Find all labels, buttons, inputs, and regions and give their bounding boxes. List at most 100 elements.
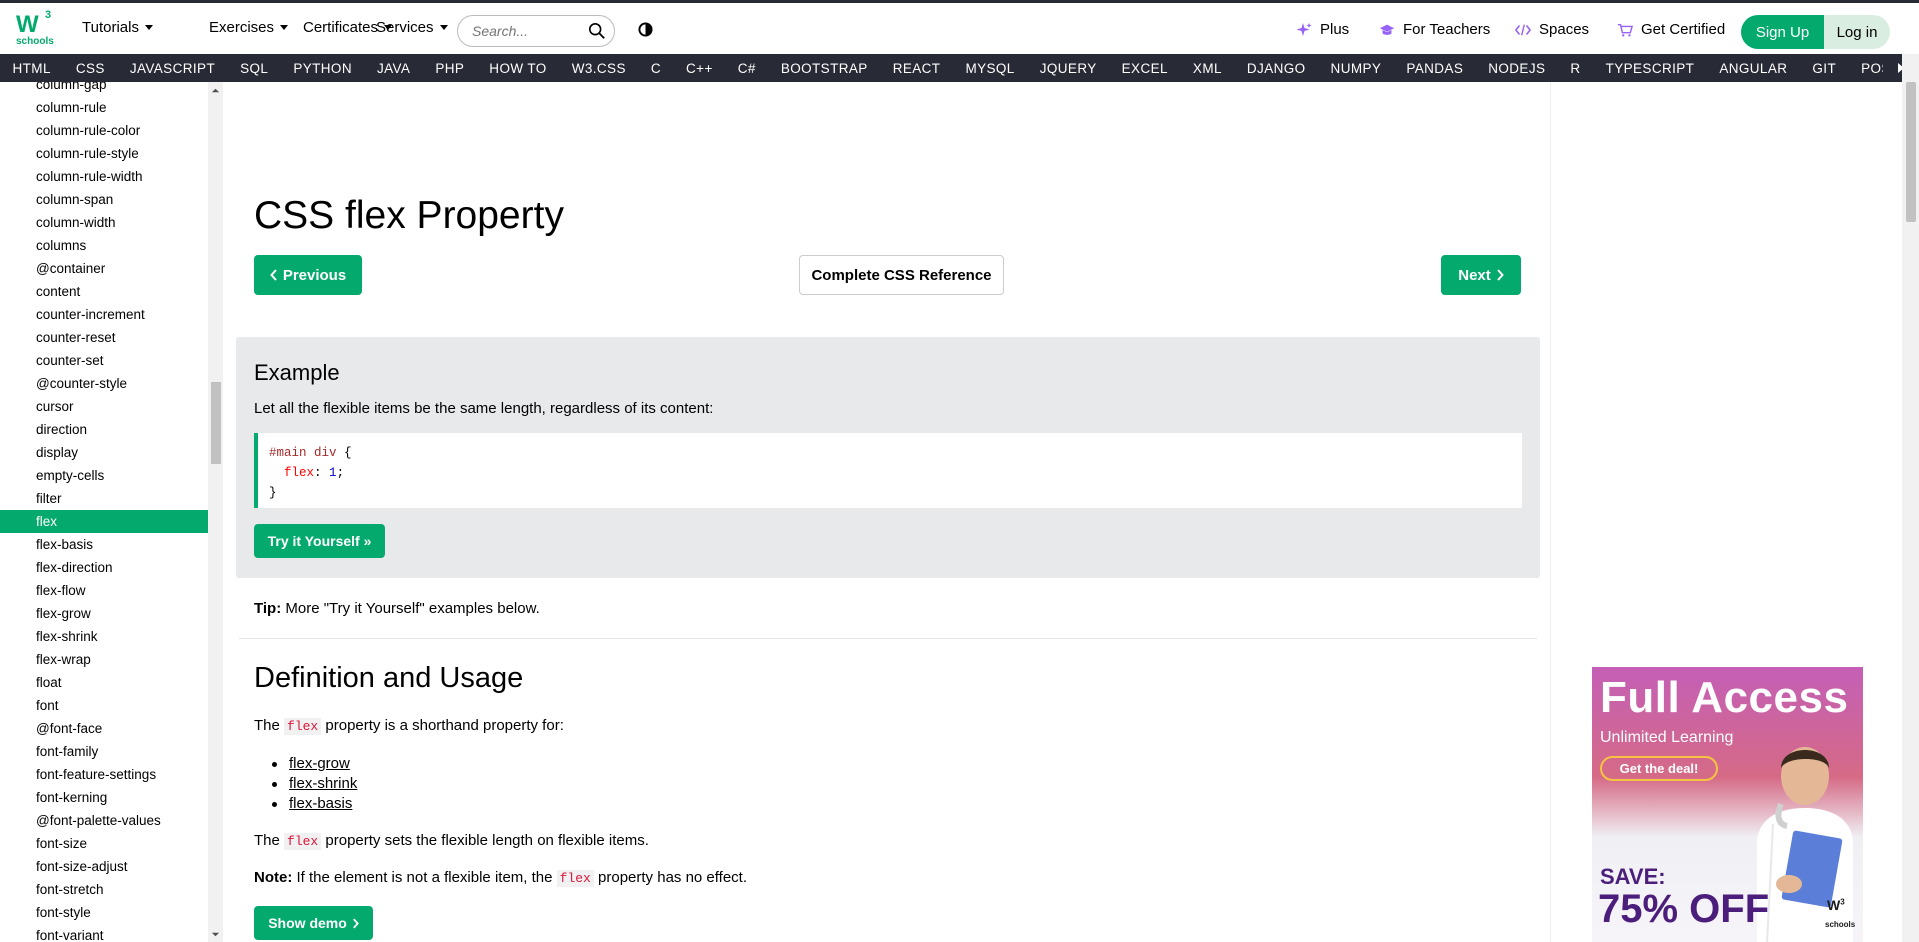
subject-link-git[interactable]: GIT [1800, 61, 1849, 76]
sidebar-item-column-rule-color[interactable]: column-rule-color [0, 119, 208, 142]
subject-link-java[interactable]: JAVA [364, 61, 422, 76]
sidebar-item-font-variant[interactable]: font-variant [0, 924, 208, 942]
w3schools-logo[interactable]: W 3 schools [14, 9, 54, 51]
previous-button[interactable]: Previous [254, 255, 362, 295]
sign-up-button[interactable]: Sign Up [1741, 15, 1824, 49]
sidebar-item-column-span[interactable]: column-span [0, 188, 208, 211]
show-demo-button[interactable]: Show demo [254, 906, 373, 940]
sidebar-item-font-style[interactable]: font-style [0, 901, 208, 924]
sidebar-scrollbar[interactable] [208, 82, 223, 942]
sidebar-item-float[interactable]: float [0, 671, 208, 694]
subject-link-typescript[interactable]: TYPESCRIPT [1593, 61, 1707, 76]
sidebar-item-display[interactable]: display [0, 441, 208, 464]
subject-link-r[interactable]: R [1558, 61, 1593, 76]
subject-link-excel[interactable]: EXCEL [1109, 61, 1180, 76]
next-button[interactable]: Next [1441, 255, 1521, 295]
sidebar-item-font-family[interactable]: font-family [0, 740, 208, 763]
subject-link-angular[interactable]: ANGULAR [1707, 61, 1800, 76]
sidebar-item-column-gap[interactable]: column-gap [0, 82, 208, 96]
sidebar-item-font-face[interactable]: @font-face [0, 717, 208, 740]
code-selector: #main div [269, 446, 337, 460]
scroll-down-arrow-icon[interactable] [211, 930, 220, 939]
sidebar-item-flex-basis[interactable]: flex-basis [0, 533, 208, 556]
sidebar-item-column-rule-width[interactable]: column-rule-width [0, 165, 208, 188]
sidebar-item-flex-flow[interactable]: flex-flow [0, 579, 208, 602]
subject-link-jquery[interactable]: JQUERY [1027, 61, 1109, 76]
sidebar-item-cursor[interactable]: cursor [0, 395, 208, 418]
subject-link-php[interactable]: PHP [423, 61, 477, 76]
dark-mode-toggle-icon[interactable] [638, 22, 653, 37]
sidebar-item-font[interactable]: font [0, 694, 208, 717]
subject-link-mysql[interactable]: MYSQL [953, 61, 1027, 76]
sidebar-item-font-stretch[interactable]: font-stretch [0, 878, 208, 901]
subject-link-python[interactable]: PYTHON [281, 61, 365, 76]
subject-link-nodejs[interactable]: NODEJS [1476, 61, 1558, 76]
code-open-brace: { [336, 446, 352, 460]
sidebar-item-column-width[interactable]: column-width [0, 211, 208, 234]
tip-body: More "Try it Yourself" examples below. [281, 600, 540, 617]
get-the-deal-button[interactable]: Get the deal! [1600, 756, 1718, 781]
flex-basis-link[interactable]: flex-basis [289, 795, 352, 812]
plus-link[interactable]: Plus [1296, 21, 1349, 38]
sidebar-item-flex-grow[interactable]: flex-grow [0, 602, 208, 625]
subject-link-django[interactable]: DJANGO [1234, 61, 1318, 76]
sidebar-item-font-size-adjust[interactable]: font-size-adjust [0, 855, 208, 878]
sidebar-item-filter[interactable]: filter [0, 487, 208, 510]
subject-link-numpy[interactable]: NUMPY [1318, 61, 1394, 76]
exercises-menu[interactable]: Exercises [209, 19, 289, 36]
flex-shrink-link[interactable]: flex-shrink [289, 775, 357, 792]
for-teachers-label: For Teachers [1403, 21, 1491, 38]
code-icon [1515, 23, 1531, 36]
note-post: property has no effect. [593, 869, 748, 886]
subject-link-javascript[interactable]: JAVASCRIPT [117, 61, 227, 76]
show-demo-label: Show demo [268, 915, 347, 931]
sidebar-item-container[interactable]: @container [0, 257, 208, 280]
complete-css-reference-button[interactable]: Complete CSS Reference [799, 255, 1004, 295]
subject-link-react[interactable]: REACT [880, 61, 953, 76]
subject-link-css[interactable]: CSS [63, 61, 117, 76]
tutorials-menu[interactable]: Tutorials [82, 19, 153, 36]
sidebar-item-font-palette-values[interactable]: @font-palette-values [0, 809, 208, 832]
sidebar-item-font-feature-settings[interactable]: font-feature-settings [0, 763, 208, 786]
sidebar-item-flex[interactable]: flex [0, 510, 208, 533]
top-navigation: W 3 schools Tutorials Exercises Certific… [0, 0, 1919, 54]
sidebar-item-font-size[interactable]: font-size [0, 832, 208, 855]
subject-link-xml[interactable]: XML [1180, 61, 1234, 76]
sidebar-scrollbar-thumb[interactable] [211, 382, 221, 464]
subject-link-c-[interactable]: C# [725, 61, 768, 76]
search-input[interactable] [472, 23, 582, 39]
subject-link-c[interactable]: C [638, 61, 673, 76]
services-menu[interactable]: Services [376, 19, 448, 36]
search-icon[interactable] [588, 22, 606, 40]
sidebar-item-column-rule-style[interactable]: column-rule-style [0, 142, 208, 165]
subject-link-sql[interactable]: SQL [228, 61, 281, 76]
subject-link-c-[interactable]: C++ [674, 61, 726, 76]
sidebar-item-counter-reset[interactable]: counter-reset [0, 326, 208, 349]
sidebar-item-columns[interactable]: columns [0, 234, 208, 257]
sidebar-item-flex-direction[interactable]: flex-direction [0, 556, 208, 579]
log-in-button[interactable]: Log in [1824, 15, 1890, 49]
subject-link-pandas[interactable]: PANDAS [1394, 61, 1476, 76]
subject-link-w3-css[interactable]: W3.CSS [559, 61, 638, 76]
sidebar-item-column-rule[interactable]: column-rule [0, 96, 208, 119]
sidebar-item-counter-style[interactable]: @counter-style [0, 372, 208, 395]
subject-link-how-to[interactable]: HOW TO [477, 61, 559, 76]
subject-link-html[interactable]: HTML [0, 61, 63, 76]
for-teachers-link[interactable]: For Teachers [1379, 21, 1490, 38]
sidebar-item-flex-wrap[interactable]: flex-wrap [0, 648, 208, 671]
full-access-ad-banner[interactable]: Full Access Unlimited Learning Get the d… [1592, 667, 1863, 942]
spaces-link[interactable]: Spaces [1515, 21, 1589, 38]
sidebar-item-empty-cells[interactable]: empty-cells [0, 464, 208, 487]
sidebar-item-counter-increment[interactable]: counter-increment [0, 303, 208, 326]
sidebar-item-font-kerning[interactable]: font-kerning [0, 786, 208, 809]
sidebar-item-content[interactable]: content [0, 280, 208, 303]
scroll-up-arrow-icon[interactable] [211, 86, 220, 95]
get-certified-link[interactable]: Get Certified [1617, 21, 1725, 38]
page-scrollbar-thumb[interactable] [1906, 82, 1916, 222]
sidebar-item-flex-shrink[interactable]: flex-shrink [0, 625, 208, 648]
flex-grow-link[interactable]: flex-grow [289, 755, 350, 772]
subject-link-bootstrap[interactable]: BOOTSTRAP [768, 61, 880, 76]
try-it-yourself-button[interactable]: Try it Yourself » [254, 524, 385, 558]
sidebar-item-counter-set[interactable]: counter-set [0, 349, 208, 372]
sidebar-item-direction[interactable]: direction [0, 418, 208, 441]
